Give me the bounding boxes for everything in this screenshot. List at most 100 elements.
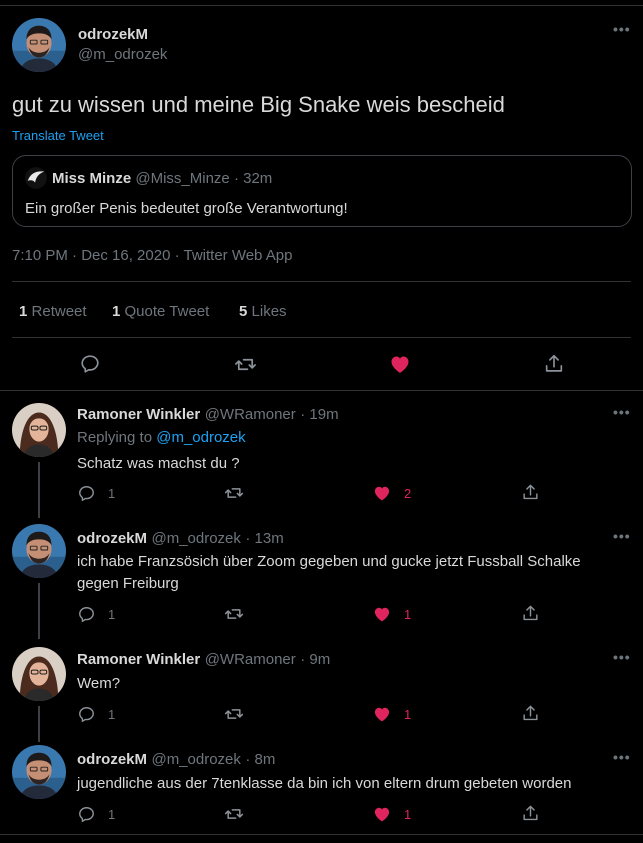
reply-icon — [77, 605, 96, 624]
stat-retweets[interactable]: 1 Retweet — [19, 303, 87, 320]
reply-button[interactable]: 1 — [77, 805, 115, 824]
thread-line — [38, 462, 40, 518]
thread-line — [38, 706, 40, 742]
avatar[interactable] — [12, 524, 66, 578]
reply-icon — [77, 805, 96, 824]
retweet-icon — [224, 804, 244, 824]
quoted-time: · 32m — [233, 170, 273, 187]
reply-header: Ramoner Winkler @WRamoner · 19m — [77, 406, 339, 424]
retweet-icon — [224, 483, 244, 503]
retweet-icon — [224, 704, 244, 724]
share-icon — [521, 483, 540, 502]
like-button[interactable]: 1 — [372, 704, 411, 724]
reply-header: Ramoner Winkler @WRamoner · 9m — [77, 651, 330, 669]
author-name[interactable]: odrozekM — [77, 751, 147, 768]
quoted-author-handle: @Miss_Minze — [135, 170, 230, 187]
share-icon — [521, 604, 540, 623]
like-count: 2 — [404, 485, 412, 501]
like-button[interactable]: 1 — [372, 804, 411, 824]
reply-icon — [79, 353, 101, 375]
stat-quotes[interactable]: 1 Quote Tweet — [112, 303, 209, 320]
author-name[interactable]: Ramoner Winkler — [77, 406, 200, 423]
reply-button[interactable] — [79, 353, 101, 375]
like-button[interactable]: 2 — [372, 483, 411, 503]
timestamp[interactable]: · 19m — [300, 406, 338, 423]
more-icon[interactable]: ••• — [613, 650, 631, 664]
reply-button[interactable]: 1 — [77, 484, 115, 503]
retweet-button[interactable] — [224, 804, 244, 824]
reply-count: 1 — [108, 707, 116, 722]
reply-text-line2: gegen Freiburg — [77, 575, 179, 592]
divider — [12, 337, 631, 338]
retweet-button[interactable] — [224, 483, 244, 503]
tweet-meta: 7:10 PM · Dec 16, 2020 · Twitter Web App — [12, 247, 293, 264]
reply-count: 1 — [108, 607, 116, 622]
share-button[interactable] — [521, 804, 540, 823]
like-count: 1 — [404, 806, 412, 822]
share-icon — [521, 804, 540, 823]
retweet-button[interactable] — [224, 604, 244, 624]
reply-icon — [77, 484, 96, 503]
retweet-icon — [234, 353, 257, 376]
quoted-avatar — [25, 167, 47, 189]
stat-likes[interactable]: 5 Likes — [239, 303, 287, 320]
thread-line — [38, 583, 40, 639]
quoted-text: Ein großer Penis bedeutet große Verantwo… — [25, 200, 348, 217]
share-icon — [543, 353, 565, 375]
share-button[interactable] — [521, 704, 540, 723]
retweet-button[interactable] — [224, 704, 244, 724]
reply-text-line1: ich habe Franzsösich über Zoom gegeben u… — [77, 553, 581, 570]
like-count: 1 — [404, 706, 412, 722]
share-button[interactable] — [521, 483, 540, 502]
avatar[interactable] — [12, 403, 66, 457]
reply-header: odrozekM @m_odrozek · 8m — [77, 751, 275, 769]
tweet-text: gut zu wissen und meine Big Snake weis b… — [12, 92, 505, 117]
reply-button[interactable]: 1 — [77, 605, 115, 624]
heart-icon — [372, 804, 392, 824]
top-border — [0, 0, 643, 6]
heart-icon — [372, 483, 392, 503]
author-handle[interactable]: @WRamoner — [205, 406, 296, 423]
like-count: 1 — [404, 606, 412, 622]
more-icon[interactable]: ••• — [613, 405, 631, 419]
avatar[interactable] — [12, 647, 66, 701]
reply-text: Wem? — [77, 675, 121, 692]
more-icon[interactable]: ••• — [613, 529, 631, 543]
translate-link[interactable]: Translate Tweet — [12, 128, 104, 143]
more-icon[interactable]: ••• — [613, 22, 631, 36]
avatar[interactable] — [12, 18, 66, 72]
timestamp[interactable]: · 9m — [300, 651, 330, 668]
reply-icon — [77, 705, 96, 724]
divider — [0, 390, 643, 391]
more-icon[interactable]: ••• — [613, 750, 631, 764]
author-handle[interactable]: @WRamoner — [205, 651, 296, 668]
timestamp[interactable]: · 8m — [245, 751, 275, 768]
author-name[interactable]: odrozekM — [77, 530, 147, 547]
author-name[interactable]: odrozekM — [78, 26, 148, 43]
avatar-image — [12, 18, 66, 72]
author-handle[interactable]: @m_odrozek — [151, 751, 240, 768]
timestamp[interactable]: · 13m — [245, 530, 283, 547]
replying-to: Replying to @m_odrozek — [77, 429, 246, 446]
reply-text: Schatz was machst du ? — [77, 455, 240, 472]
heart-icon — [388, 352, 412, 376]
heart-icon — [372, 604, 392, 624]
mention-link[interactable]: @m_odrozek — [156, 429, 245, 446]
reply-count: 1 — [108, 486, 116, 501]
retweet-icon — [224, 604, 244, 624]
avatar[interactable] — [12, 745, 66, 799]
quoted-header: Miss Minze @Miss_Minze · 32m — [52, 170, 272, 187]
share-button[interactable] — [543, 353, 565, 375]
author-name[interactable]: Ramoner Winkler — [77, 651, 200, 668]
author-handle[interactable]: @m_odrozek — [151, 530, 240, 547]
author-handle[interactable]: @m_odrozek — [78, 46, 167, 63]
retweet-button[interactable] — [234, 353, 257, 376]
share-button[interactable] — [521, 604, 540, 623]
reply-button[interactable]: 1 — [77, 705, 115, 724]
like-button[interactable] — [388, 352, 412, 376]
reply-text: jugendliche aus der 7tenklasse da bin ic… — [77, 775, 572, 792]
divider — [0, 834, 643, 835]
like-button[interactable]: 1 — [372, 604, 411, 624]
share-icon — [521, 704, 540, 723]
quoted-author-name: Miss Minze — [52, 170, 132, 187]
